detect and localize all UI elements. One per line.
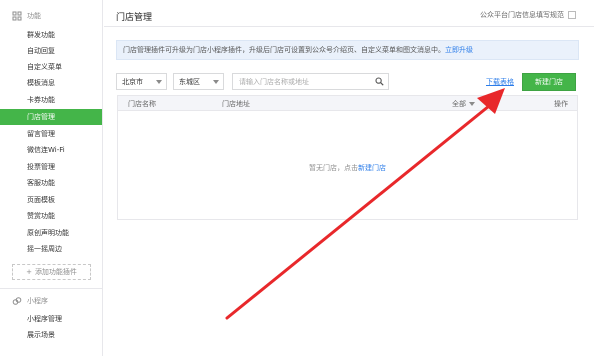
city-select[interactable]: 北京市 (116, 73, 167, 90)
grid-icon (12, 11, 22, 21)
sidebar: 功能 群发功能 自动回复 自定义菜单 模板消息 卡券功能 门店管理 留言管理 微… (0, 0, 103, 356)
main-content: 门店管理 公众平台门店信息填写规范 门店管理插件可升级为门店小程序插件，升级后门… (104, 0, 594, 356)
spec-checkbox[interactable] (568, 11, 576, 19)
sidebar-item-store-management[interactable]: 门店管理 (0, 109, 102, 125)
store-search[interactable] (232, 73, 389, 90)
sidebar-item-mass-send[interactable]: 群发功能 (0, 27, 102, 43)
plus-icon: + (26, 268, 32, 276)
column-header-action: 操作 (554, 100, 568, 108)
add-plugin-label: 添加功能插件 (34, 268, 77, 276)
store-table: 门店名称 门店地址 全部 操作 暂无门店，点击新建门店 (117, 95, 578, 220)
sidebar-item-coupons[interactable]: 卡券功能 (0, 92, 102, 108)
title-divider (104, 26, 594, 27)
empty-create-store-link[interactable]: 新建门店 (358, 164, 386, 172)
table-header: 门店名称 门店地址 全部 操作 (118, 96, 577, 111)
column-header-name: 门店名称 (128, 100, 156, 108)
chevron-down-icon (213, 80, 219, 84)
sidebar-item-customer-service[interactable]: 客服功能 (0, 175, 102, 191)
status-filter-label: 全部 (452, 100, 466, 108)
upgrade-notice: 门店管理插件可升级为门店小程序插件，升级后门店可设置到公众号介绍页、自定义菜单和… (116, 40, 579, 60)
sidebar-section-label: 功能 (27, 12, 41, 20)
sidebar-item-display-scenes[interactable]: 展示场景 (0, 327, 102, 343)
search-input[interactable] (233, 74, 368, 89)
chevron-down-icon (156, 80, 162, 84)
district-select-value: 东城区 (179, 77, 200, 86)
status-filter-dropdown[interactable]: 全部 (452, 99, 475, 109)
chevron-down-icon (469, 102, 475, 106)
spec-checkbox-row[interactable]: 公众平台门店信息填写规范 (480, 10, 576, 20)
mini-program-icon (12, 297, 22, 305)
page-title: 门店管理 (116, 13, 153, 23)
sidebar-item-page-template[interactable]: 页面模板 (0, 192, 102, 208)
add-plugin-button[interactable]: + 添加功能插件 (12, 264, 91, 280)
sidebar-section-features: 功能 (12, 11, 41, 21)
empty-state: 暂无门店，点击新建门店 (118, 163, 577, 173)
sidebar-item-original-declaration[interactable]: 原创声明功能 (0, 225, 102, 241)
search-button[interactable] (371, 74, 388, 89)
spec-checkbox-label: 公众平台门店信息填写规范 (480, 11, 564, 19)
column-header-address: 门店地址 (222, 100, 250, 108)
notice-text: 门店管理插件可升级为门店小程序插件，升级后门店可设置到公众号介绍页、自定义菜单和… (123, 46, 445, 54)
sidebar-divider (0, 288, 102, 289)
upgrade-link[interactable]: 立即升级 (445, 46, 473, 54)
sidebar-item-auto-reply[interactable]: 自动回复 (0, 43, 102, 59)
create-store-button[interactable]: 新建门店 (522, 73, 576, 91)
city-select-value: 北京市 (122, 77, 143, 86)
sidebar-item-template-message[interactable]: 模板消息 (0, 75, 102, 91)
empty-state-text: 暂无门店，点击 (309, 164, 358, 172)
sidebar-item-wifi[interactable]: 微信连Wi-Fi (0, 142, 102, 158)
sidebar-item-shake-nearby[interactable]: 摇一摇周边 (0, 241, 102, 257)
sidebar-item-voting[interactable]: 投票管理 (0, 159, 102, 175)
search-icon (375, 77, 384, 86)
sidebar-section-label: 小程序 (27, 297, 48, 305)
sidebar-item-custom-menu[interactable]: 自定义菜单 (0, 59, 102, 75)
sidebar-item-appreciation[interactable]: 赞赏功能 (0, 208, 102, 224)
download-table-link[interactable]: 下载表格 (486, 77, 514, 87)
sidebar-section-miniprogram: 小程序 (12, 296, 48, 306)
sidebar-item-comments[interactable]: 留言管理 (0, 126, 102, 142)
sidebar-item-miniprogram-management[interactable]: 小程序管理 (0, 311, 102, 327)
district-select[interactable]: 东城区 (173, 73, 224, 90)
